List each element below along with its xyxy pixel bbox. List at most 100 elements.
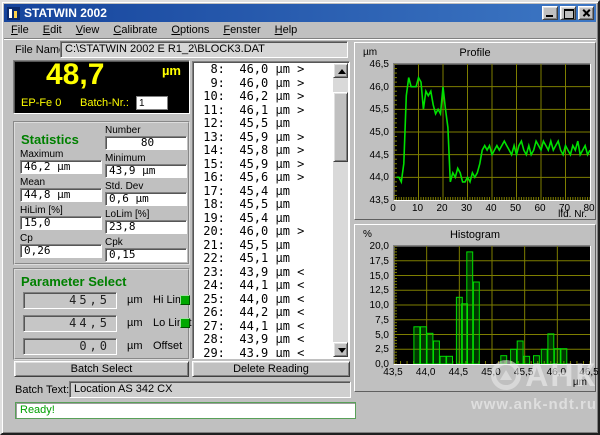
stat-value: 15,0: [20, 216, 102, 230]
reading-row[interactable]: 19: 45,4 µm: [196, 212, 332, 226]
y-tick-label: 44,0: [357, 172, 389, 183]
stat-value: 0,6 µm: [105, 192, 187, 206]
reading-row[interactable]: 9: 46,0 µm >: [196, 77, 332, 91]
reading-row[interactable]: 23: 43,9 µm <: [196, 266, 332, 280]
x-tick-label: 46,0: [541, 367, 571, 378]
stat-maximum: Maximum46,2 µm: [20, 149, 102, 174]
batch-select-button[interactable]: Batch Select: [14, 361, 189, 377]
reading-display: µm 48,7 EP-Fe 0 Batch-Nr.:: [13, 60, 190, 114]
watermark-url: www.ank-ndt.ru: [435, 396, 597, 413]
y-tick-label: 10,0: [357, 300, 389, 311]
y-tick-label: 45,5: [357, 104, 389, 115]
x-tick-label: 43,5: [378, 367, 408, 378]
title-bar[interactable]: STATWIN 2002: [4, 4, 596, 22]
window-title: STATWIN 2002: [24, 6, 107, 20]
reading-row[interactable]: 21: 45,5 µm: [196, 239, 332, 253]
y-tick-label: 2,5: [357, 344, 389, 355]
reading-row[interactable]: 15: 45,9 µm >: [196, 158, 332, 172]
y-tick-label: 20,0: [357, 241, 389, 252]
reading-row[interactable]: 27: 44,1 µm <: [196, 320, 332, 334]
reading-row[interactable]: 13: 45,9 µm >: [196, 131, 332, 145]
stat-label: HiLim [%]: [20, 205, 102, 216]
y-tick-label: 44,5: [357, 150, 389, 161]
reading-row[interactable]: 20: 46,0 µm >: [196, 225, 332, 239]
stat-label: Minimum: [105, 153, 187, 164]
window-controls: [542, 6, 594, 20]
hi-limit-led-icon: [180, 295, 190, 305]
lo-limit-field[interactable]: 44,5: [23, 315, 117, 332]
reading-row[interactable]: 10: 46,2 µm >: [196, 90, 332, 104]
stat-label: Cpk: [105, 237, 187, 248]
stat-lolim-: LoLim [%]23,8: [105, 209, 187, 234]
reading-row[interactable]: 18: 45,5 µm: [196, 198, 332, 212]
batch-nr-label: Batch-Nr.:: [80, 97, 129, 109]
batch-text-label: Batch Text:: [15, 384, 69, 396]
param-row-hi-limit: 45,5µmHi Limit: [15, 292, 188, 309]
minimize-button-icon[interactable]: [542, 6, 558, 20]
reading-row[interactable]: 16: 45,6 µm >: [196, 171, 332, 185]
stat-label: LoLim [%]: [105, 209, 187, 220]
histogram-plot: [393, 245, 591, 365]
probe-label: EP-Fe 0: [21, 97, 61, 109]
file-name-field[interactable]: C:\STATWIN 2002 E R1_2\BLOCK3.DAT: [60, 41, 348, 58]
lo-limit-led-icon: [180, 318, 190, 328]
reading-row[interactable]: 12: 45,5 µm: [196, 117, 332, 131]
menu-fenster[interactable]: Fenster: [216, 23, 267, 37]
delete-reading-button[interactable]: Delete Reading: [192, 361, 350, 377]
batch-nr-input[interactable]: [136, 96, 168, 110]
stat-cpk: Cpk0,15: [105, 237, 187, 262]
scrollbar-thumb[interactable]: [333, 92, 348, 162]
y-tick-label: 46,0: [357, 82, 389, 93]
display-unit: µm: [162, 63, 181, 78]
x-tick-label: 44,5: [443, 367, 473, 378]
readings-list[interactable]: 8: 46,0 µm > 9: 46,0 µm > 10: 46,2 µm > …: [192, 61, 350, 359]
statistics-left-column: Maximum46,2 µm Mean44,8 µm HiLim [%]15,0 Cp…: [20, 149, 102, 261]
stat-label: Cp: [20, 233, 102, 244]
batch-text-field[interactable]: Location AS 342 CX: [69, 381, 351, 398]
stat-std-dev: Std. Dev0,6 µm: [105, 181, 187, 206]
menu-file[interactable]: File: [4, 23, 36, 37]
menu-help[interactable]: Help: [268, 23, 305, 37]
menu-edit[interactable]: Edit: [36, 23, 69, 37]
menu-calibrate[interactable]: Calibrate: [106, 23, 164, 37]
offset-field[interactable]: 0,0: [23, 338, 117, 355]
stat-label: Maximum: [20, 149, 102, 160]
y-tick-label: 12,5: [357, 285, 389, 296]
reading-row[interactable]: 28: 43,9 µm <: [196, 333, 332, 347]
menu-view[interactable]: View: [69, 23, 107, 37]
statwin-window: STATWIN 2002 FileEditViewCalibrateOption…: [0, 0, 600, 435]
hi-limit-field[interactable]: 45,5: [23, 292, 117, 309]
statistics-group: Statistics Maximum46,2 µmMean44,8 µmHiLi…: [13, 121, 190, 265]
stat-label: Number: [105, 125, 187, 136]
stat-value: 43,9 µm: [105, 164, 187, 178]
scroll-down-icon[interactable]: [333, 342, 348, 357]
y-tick-label: 7,5: [357, 315, 389, 326]
x-tick-label: 45,0: [476, 367, 506, 378]
reading-row[interactable]: 26: 44,2 µm <: [196, 306, 332, 320]
stat-value: 46,2 µm: [20, 160, 102, 174]
status-bar: Ready!: [15, 402, 356, 419]
reading-row[interactable]: 22: 45,1 µm: [196, 252, 332, 266]
reading-row[interactable]: 14: 45,8 µm >: [196, 144, 332, 158]
display-value: 48,7: [46, 58, 104, 92]
reading-row[interactable]: 24: 44,1 µm <: [196, 279, 332, 293]
stat-value: 0,26: [20, 244, 102, 258]
maximize-button-icon[interactable]: [560, 6, 576, 20]
scroll-up-icon[interactable]: [333, 63, 348, 78]
histogram-x-label: µm: [573, 377, 587, 388]
reading-row[interactable]: 25: 44,0 µm <: [196, 293, 332, 307]
menu-options[interactable]: Options: [164, 23, 216, 37]
x-tick-label: 46,5: [574, 367, 600, 378]
param-label: Offset: [153, 340, 182, 352]
y-tick-label: 15,0: [357, 271, 389, 282]
stat-label: Std. Dev: [105, 181, 187, 192]
reading-row[interactable]: 11: 46,1 µm >: [196, 104, 332, 118]
readings-scrollbar[interactable]: [333, 63, 348, 357]
reading-row[interactable]: 17: 45,4 µm: [196, 185, 332, 199]
close-button-icon[interactable]: [578, 6, 594, 20]
reading-row[interactable]: 29: 43,9 µm <: [196, 347, 332, 358]
stat-label: Mean: [20, 177, 102, 188]
stat-mean: Mean44,8 µm: [20, 177, 102, 202]
histogram-title: Histogram: [355, 229, 595, 241]
reading-row[interactable]: 8: 46,0 µm >: [196, 63, 332, 77]
